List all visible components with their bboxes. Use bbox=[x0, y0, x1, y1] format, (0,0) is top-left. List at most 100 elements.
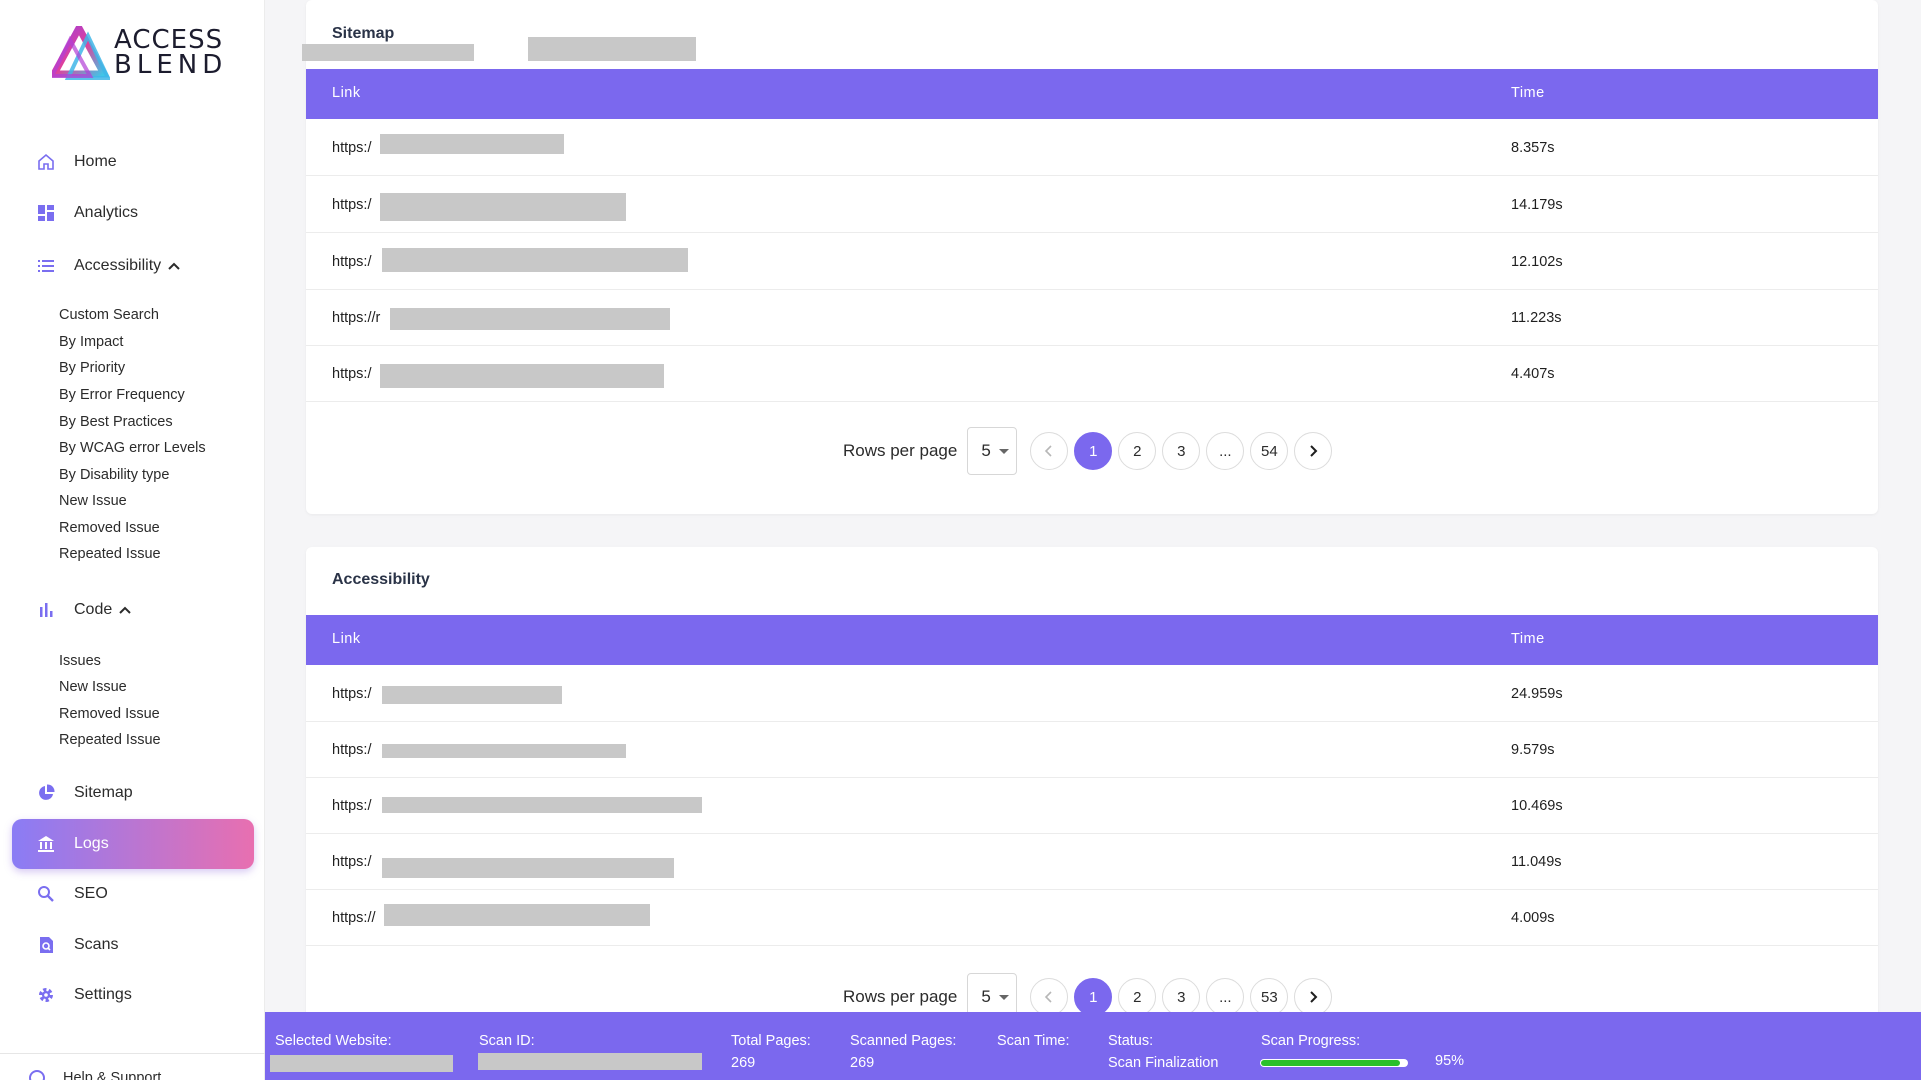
table-row[interactable]: https:/ 24.959s bbox=[306, 666, 1878, 722]
nav-item-logs[interactable]: Logs bbox=[12, 819, 254, 869]
document-search-icon bbox=[36, 935, 56, 955]
table-row[interactable]: https:/ 11.049s bbox=[306, 834, 1878, 890]
total-pages-label: Total Pages: bbox=[731, 1033, 811, 1049]
nav-item-home[interactable]: Home bbox=[12, 137, 254, 187]
brand-line2: BLEND bbox=[114, 50, 228, 80]
chevron-right-icon bbox=[1310, 445, 1318, 457]
scan-id: Scan ID: bbox=[479, 1033, 535, 1049]
page-button-last[interactable]: 53 bbox=[1250, 978, 1289, 1012]
chevron-up-icon bbox=[118, 603, 132, 617]
next-page-button[interactable] bbox=[1294, 978, 1333, 1012]
sub-item-issues[interactable]: Issues bbox=[59, 653, 101, 669]
help-and-support[interactable]: Help & Support bbox=[0, 1053, 265, 1080]
row-link[interactable]: https:/ bbox=[332, 366, 372, 382]
column-header-link[interactable]: Link bbox=[332, 631, 361, 647]
table-row[interactable]: https:/ 4.407s bbox=[306, 346, 1878, 402]
sub-item-by-error-frequency[interactable]: By Error Frequency bbox=[59, 387, 185, 403]
page-button-1[interactable]: 1 bbox=[1074, 432, 1113, 470]
nav-item-code[interactable]: Code bbox=[12, 585, 254, 635]
redacted-url bbox=[382, 248, 688, 272]
sub-item-code-repeated-issue[interactable]: Repeated Issue bbox=[59, 732, 161, 748]
status-value: Scan Finalization bbox=[1108, 1055, 1219, 1071]
sub-item-new-issue[interactable]: New Issue bbox=[59, 493, 127, 509]
sidebar: ACCESS BLEND Home Analytics Accessibilit… bbox=[0, 0, 265, 1080]
table-row[interactable]: https:/ 12.102s bbox=[306, 234, 1878, 290]
search-icon bbox=[36, 884, 56, 904]
help-label: Help & Support bbox=[63, 1070, 162, 1080]
row-time: 4.009s bbox=[1511, 910, 1555, 926]
nav-item-scans[interactable]: Scans bbox=[12, 920, 254, 970]
table-row[interactable]: https:/ 9.579s bbox=[306, 722, 1878, 778]
row-time: 12.102s bbox=[1511, 254, 1563, 270]
column-header-link[interactable]: Link bbox=[332, 85, 361, 101]
row-link[interactable]: https:/ bbox=[332, 140, 372, 156]
scan-status: Status: Scan Finalization bbox=[1108, 1033, 1218, 1071]
row-link[interactable]: https://r bbox=[332, 310, 380, 326]
help-icon bbox=[28, 1069, 46, 1080]
nav-label-settings: Settings bbox=[74, 986, 132, 1003]
nav-item-settings[interactable]: Settings bbox=[12, 970, 254, 1020]
sitemap-table-header: Link Time bbox=[306, 69, 1878, 119]
table-row[interactable]: https:/ 8.357s bbox=[306, 120, 1878, 176]
next-page-button[interactable] bbox=[1294, 432, 1333, 470]
sub-item-by-impact[interactable]: By Impact bbox=[59, 334, 123, 350]
rows-per-page-select[interactable]: 5 bbox=[967, 427, 1018, 475]
sub-item-by-disability-type[interactable]: By Disability type bbox=[59, 467, 169, 483]
table-row[interactable]: https:/ 10.469s bbox=[306, 778, 1878, 834]
page-button-2[interactable]: 2 bbox=[1118, 432, 1157, 470]
nav-label-logs: Logs bbox=[74, 835, 109, 852]
row-link[interactable]: https:/ bbox=[332, 854, 372, 870]
scan-progress-label: Scan Progress: bbox=[1261, 1033, 1361, 1049]
row-time: 9.579s bbox=[1511, 742, 1555, 758]
page-button-2[interactable]: 2 bbox=[1118, 978, 1157, 1012]
nav-item-seo[interactable]: SEO bbox=[12, 869, 254, 919]
page-button-3[interactable]: 3 bbox=[1162, 978, 1201, 1012]
table-row[interactable]: https:/ 14.179s bbox=[306, 177, 1878, 233]
page-ellipsis[interactable]: ... bbox=[1206, 432, 1245, 470]
brand-logo-icon bbox=[52, 26, 110, 80]
row-time: 24.959s bbox=[1511, 686, 1563, 702]
sub-item-repeated-issue[interactable]: Repeated Issue bbox=[59, 546, 161, 562]
accessibility-title: Accessibility bbox=[332, 571, 430, 588]
page-button-last[interactable]: 54 bbox=[1250, 432, 1289, 470]
row-link[interactable]: https:/ bbox=[332, 254, 372, 270]
nav-item-accessibility[interactable]: Accessibility bbox=[12, 241, 254, 291]
rows-per-page-label: Rows per page bbox=[843, 441, 958, 460]
chevron-left-icon bbox=[1045, 445, 1052, 457]
sub-item-by-wcag-error-levels[interactable]: By WCAG error Levels bbox=[59, 440, 206, 456]
main-content: Sitemap Link Time https:/ 8.357s https:/… bbox=[282, 0, 1921, 1012]
rows-per-page-value: 5 bbox=[981, 441, 991, 460]
nav-label-code: Code bbox=[74, 601, 113, 618]
page-button-1[interactable]: 1 bbox=[1074, 978, 1113, 1012]
prev-page-button[interactable] bbox=[1030, 978, 1069, 1012]
table-row[interactable]: https:// 4.009s bbox=[306, 890, 1878, 946]
sub-item-code-new-issue[interactable]: New Issue bbox=[59, 679, 127, 695]
row-link[interactable]: https:/ bbox=[332, 686, 372, 702]
sub-item-code-removed-issue[interactable]: Removed Issue bbox=[59, 706, 160, 722]
caret-down-icon bbox=[998, 994, 1009, 1000]
table-row[interactable]: https://r 11.223s bbox=[306, 290, 1878, 346]
sitemap-card: Sitemap Link Time https:/ 8.357s https:/… bbox=[302, 0, 1878, 514]
page-ellipsis[interactable]: ... bbox=[1206, 978, 1245, 1012]
sub-item-by-priority[interactable]: By Priority bbox=[59, 360, 125, 376]
prev-page-button[interactable] bbox=[1030, 432, 1069, 470]
row-link[interactable]: https:/ bbox=[332, 197, 372, 213]
rows-per-page-select[interactable]: 5 bbox=[967, 973, 1018, 1012]
column-header-time[interactable]: Time bbox=[1511, 85, 1545, 101]
row-link[interactable]: https:// bbox=[332, 910, 376, 926]
sub-item-custom-search[interactable]: Custom Search bbox=[59, 307, 159, 323]
row-link[interactable]: https:/ bbox=[332, 742, 372, 758]
column-header-time[interactable]: Time bbox=[1511, 631, 1545, 647]
page-button-3[interactable]: 3 bbox=[1162, 432, 1201, 470]
redacted-block bbox=[302, 44, 474, 61]
nav-item-sitemap[interactable]: Sitemap bbox=[12, 768, 254, 818]
dashboard-icon bbox=[36, 203, 56, 223]
chevron-right-icon bbox=[1310, 991, 1318, 1003]
sub-item-removed-issue[interactable]: Removed Issue bbox=[59, 520, 160, 536]
row-time: 8.357s bbox=[1511, 140, 1555, 156]
scan-time-label: Scan Time: bbox=[997, 1033, 1070, 1049]
nav-item-analytics[interactable]: Analytics bbox=[12, 188, 254, 238]
brand-logo[interactable]: ACCESS BLEND bbox=[52, 26, 227, 80]
sub-item-by-best-practices[interactable]: By Best Practices bbox=[59, 414, 173, 430]
row-link[interactable]: https:/ bbox=[332, 798, 372, 814]
